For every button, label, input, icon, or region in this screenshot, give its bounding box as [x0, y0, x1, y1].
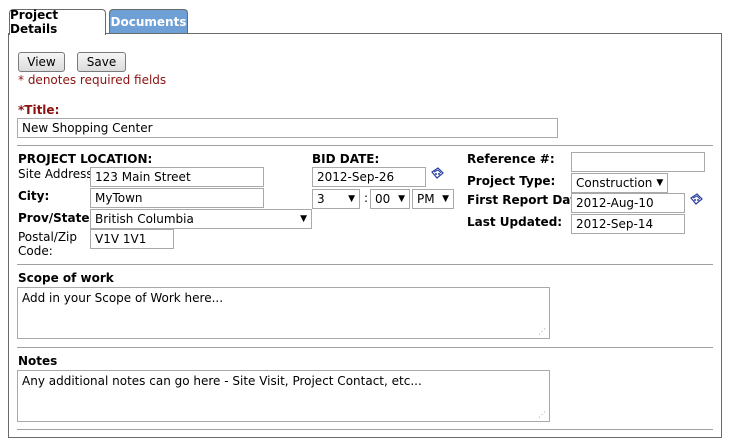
- save-button[interactable]: Save: [77, 52, 126, 72]
- divider: [17, 347, 713, 348]
- project-type-label: Project Type:: [467, 174, 556, 188]
- scope-of-work-label: Scope of work: [18, 271, 114, 285]
- bid-ampm-select[interactable]: PM ▼: [412, 189, 454, 209]
- notes-label: Notes: [18, 354, 58, 368]
- project-type-select[interactable]: Construction ▼: [571, 173, 668, 193]
- divider: [17, 429, 713, 430]
- last-updated-input[interactable]: [571, 214, 685, 234]
- bid-minute-select[interactable]: 00 ▼: [370, 189, 410, 209]
- project-type-value: Construction: [576, 176, 653, 190]
- chevron-down-icon: ▼: [348, 194, 355, 204]
- prov-state-select[interactable]: British Columbia ▼: [90, 209, 312, 229]
- resize-grip-icon[interactable]: ⋰: [538, 328, 546, 336]
- bid-date-heading: BID DATE:: [312, 152, 380, 166]
- chevron-down-icon: ▼: [398, 194, 405, 204]
- tab-documents[interactable]: Documents: [109, 9, 188, 34]
- tab-project-details-label: Project Details: [10, 8, 59, 36]
- calendar-icon[interactable]: [430, 167, 444, 181]
- reference-label: Reference #:: [467, 152, 555, 166]
- last-updated-label: Last Updated:: [467, 215, 563, 229]
- bid-hour-value: 3: [317, 192, 325, 206]
- chevron-down-icon: ▼: [300, 214, 307, 224]
- postal-code-input[interactable]: [90, 229, 174, 249]
- scope-of-work-textarea[interactable]: Add in your Scope of Work here...: [17, 287, 550, 339]
- tab-project-details[interactable]: Project Details: [9, 8, 106, 36]
- bid-minute-value: 00: [375, 192, 391, 206]
- reference-input[interactable]: [571, 152, 705, 172]
- city-input[interactable]: [90, 188, 264, 208]
- postal-code-label: Postal/Zip Code:: [18, 230, 77, 258]
- divider: [17, 145, 713, 146]
- title-input[interactable]: [17, 118, 558, 138]
- bid-hour-select[interactable]: 3 ▼: [312, 189, 360, 209]
- view-button[interactable]: View: [18, 52, 65, 72]
- bid-ampm-value: PM: [417, 192, 435, 206]
- notes-textarea[interactable]: Any additional notes can go here - Site …: [17, 370, 550, 422]
- site-address-label: Site Address:: [18, 167, 97, 181]
- title-label: *Title:: [18, 103, 60, 117]
- required-fields-note: * denotes required fields: [18, 73, 167, 87]
- divider: [17, 264, 713, 265]
- calendar-icon[interactable]: [689, 193, 703, 207]
- time-separator: :: [364, 191, 369, 205]
- tab-documents-label: Documents: [110, 15, 187, 29]
- bid-date-input[interactable]: [312, 167, 426, 187]
- first-report-date-input[interactable]: [571, 193, 685, 213]
- resize-grip-icon[interactable]: ⋰: [538, 411, 546, 419]
- site-address-input[interactable]: [90, 167, 264, 187]
- project-location-heading: PROJECT LOCATION:: [18, 152, 153, 166]
- postal-code-label-line1: Postal/Zip: [18, 230, 78, 244]
- postal-code-label-line2: Code:: [18, 244, 53, 258]
- city-label: City:: [18, 189, 50, 203]
- chevron-down-icon: ▼: [442, 194, 449, 204]
- prov-state-value: British Columbia: [95, 212, 194, 226]
- prov-state-label: Prov/State:: [18, 211, 95, 225]
- chevron-down-icon: ▼: [656, 178, 664, 188]
